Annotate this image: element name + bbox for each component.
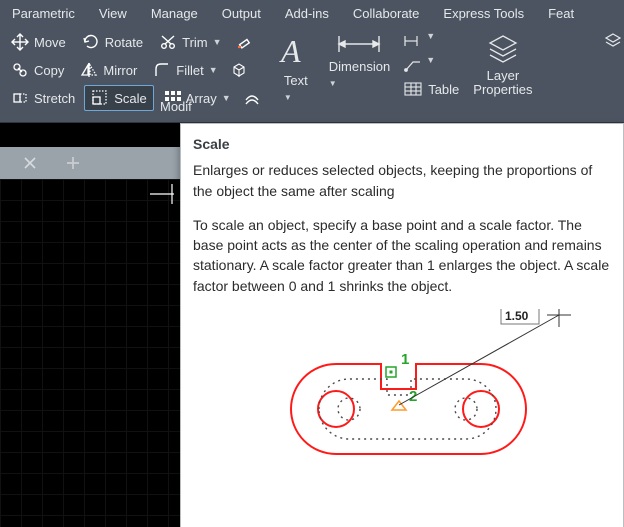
tooltip-paragraph-2: To scale an object, specify a base point… [193,215,611,296]
text-button[interactable]: A Text ▼ [273,28,319,116]
layer-states-button[interactable] [604,32,622,48]
stretch-button[interactable]: Stretch [4,85,82,111]
menu-manage[interactable]: Manage [139,0,210,26]
menu-addins[interactable]: Add-ins [273,0,341,26]
chevron-down-icon[interactable]: ▼ [209,65,217,75]
panel-annotation: A Text ▼ Dimension ▼ ▼ ▼ Table [269,26,464,122]
menu-collaborate[interactable]: Collaborate [341,0,432,26]
fillet-label: Fillet [176,63,203,78]
tooltip-title: Scale [193,134,611,154]
offset-button[interactable] [239,85,265,111]
close-tab-button[interactable] [20,153,40,173]
dimension-icon [335,32,383,56]
text-label: Text [284,73,308,88]
chevron-down-icon[interactable]: ▼ [222,93,230,103]
chevron-down-icon[interactable]: ▼ [329,79,337,88]
move-label: Move [34,35,66,50]
copy-button[interactable]: Copy [4,57,71,83]
chevron-down-icon[interactable]: ▼ [426,31,434,51]
stretch-label: Stretch [34,91,75,106]
erase-icon [234,33,252,51]
scale-button[interactable]: Scale [84,85,154,111]
table-label: Table [428,82,459,97]
dimension-button[interactable]: Dimension ▼ [323,28,396,116]
panel-title-modify: Modif [160,99,192,114]
dimension-label: Dimension [329,59,390,74]
menu-featured[interactable]: Feat [536,0,586,26]
table-button[interactable] [400,79,426,99]
trim-button[interactable]: Trim ▼ [152,29,228,55]
copy-icon [11,61,29,79]
text-icon: A [279,32,313,70]
drawing-canvas[interactable]: Scale Enlarges or reduces selected objec… [0,179,624,527]
mirror-icon [80,61,98,79]
annotation-extras: ▼ ▼ Table [400,28,459,122]
rotate-button[interactable]: Rotate [75,29,150,55]
explode-icon [230,61,248,79]
fillet-icon [153,61,171,79]
rotate-icon [82,33,100,51]
scale-tooltip: Scale Enlarges or reduces selected objec… [180,123,624,527]
layer-properties-button[interactable]: LayerProperties [467,28,538,116]
tooltip-paragraph-1: Enlarges or reduces selected objects, ke… [193,160,611,201]
layer-props-label: LayerProperties [473,69,532,98]
layers-icon [486,32,520,66]
menu-parametric[interactable]: Parametric [0,0,87,26]
menu-output[interactable]: Output [210,0,273,26]
menu-bar: Parametric View Manage Output Add-ins Co… [0,0,624,26]
tooltip-illustration: 1 2 1.50 [231,309,571,509]
move-button[interactable]: Move [4,29,73,55]
chevron-down-icon[interactable]: ▼ [426,55,434,75]
chevron-down-icon[interactable]: ▼ [213,37,221,47]
explode-button[interactable] [226,57,252,83]
copy-label: Copy [34,63,64,78]
offset-icon [243,89,261,107]
scale-factor-value: 1.50 [505,309,529,323]
panel-modify: Move Rotate Trim ▼ Copy Mirror [0,26,269,122]
leader-button[interactable] [400,55,426,75]
move-icon [11,33,29,51]
erase-button[interactable] [230,29,256,55]
mirror-label: Mirror [103,63,137,78]
new-tab-button[interactable] [64,154,82,172]
ribbon: Move Rotate Trim ▼ Copy Mirror [0,26,624,123]
menu-express-tools[interactable]: Express Tools [431,0,536,26]
chevron-down-icon[interactable]: ▼ [284,93,292,102]
callout-1: 1 [401,351,409,368]
scale-icon [91,89,109,107]
trim-label: Trim [182,35,208,50]
linear-dim-button[interactable] [400,31,426,51]
scale-label: Scale [114,91,147,106]
svg-text:A: A [279,33,301,69]
stretch-icon [11,89,29,107]
trim-icon [159,33,177,51]
fillet-button[interactable]: Fillet ▼ [146,57,223,83]
mirror-button[interactable]: Mirror [73,57,144,83]
menu-view[interactable]: View [87,0,139,26]
panel-layers: LayerProperties [463,26,542,122]
rotate-label: Rotate [105,35,143,50]
